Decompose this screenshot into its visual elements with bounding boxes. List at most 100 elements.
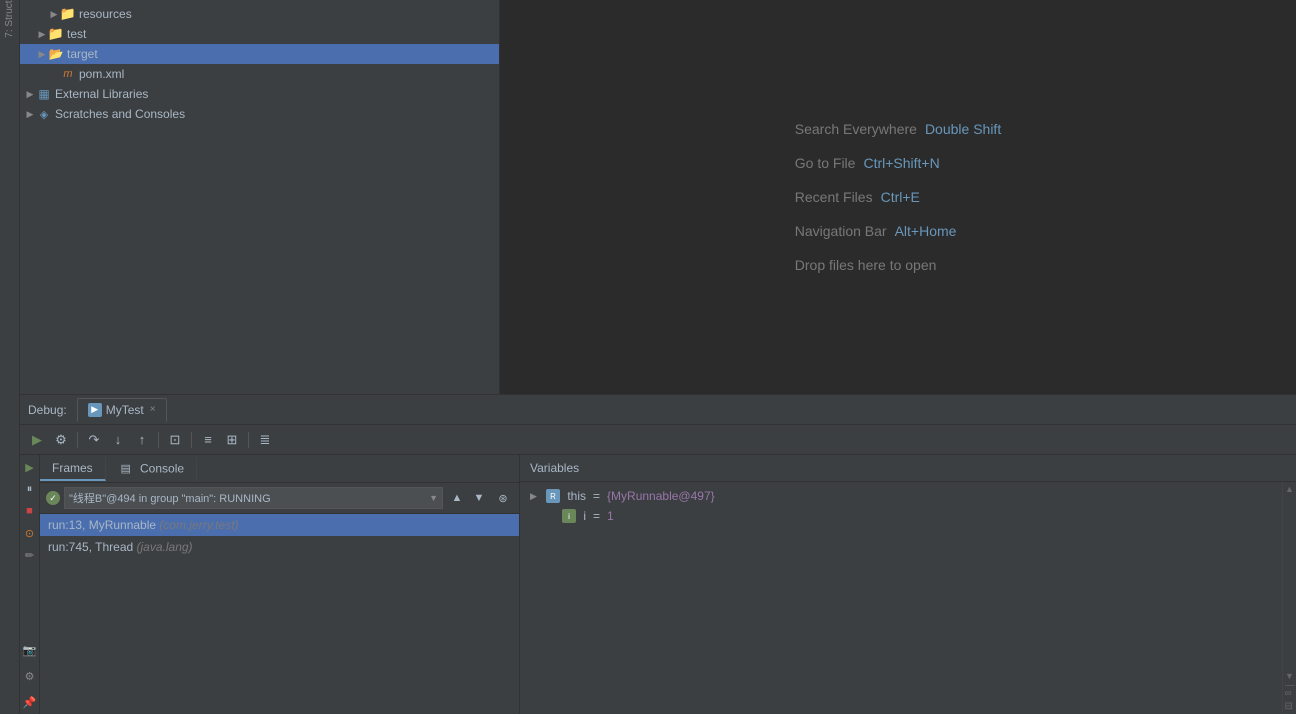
debug-sub-tabs: Frames ▤ Console <box>40 455 519 483</box>
frame-package-0: (com.jerry.test) <box>159 518 238 532</box>
tree-item-target[interactable]: ▶ 📂 target <box>20 44 499 64</box>
thread-up-btn[interactable]: ▲ <box>447 488 467 508</box>
scroll-bottom-controls: ∞ ⊟ <box>1285 685 1295 712</box>
debug-label: Debug: <box>28 403 67 417</box>
thread-running-badge: ✓ <box>46 491 60 505</box>
hint-label-search: Search Everywhere <box>795 121 917 137</box>
thread-name: "线程B"@494 in group "main": RUNNING <box>69 490 271 506</box>
folder-icon-test: 📁 <box>48 26 64 42</box>
frames-tab[interactable]: Frames <box>40 457 106 481</box>
scroll-up-btn[interactable]: ▲ <box>1285 484 1294 494</box>
frames-list: run:13, MyRunnable (com.jerry.test) run:… <box>40 514 519 714</box>
toolbar-sep-4 <box>248 432 249 448</box>
editor-area: Search Everywhere Double Shift Go to Fil… <box>500 0 1296 394</box>
expand-arrow-scratches: ▶ <box>24 109 36 120</box>
scroll-extra-btn[interactable]: ⊟ <box>1285 701 1295 712</box>
debug-tab-bar: Debug: ▶ MyTest × <box>20 395 1296 425</box>
thread-dropdown[interactable]: "线程B"@494 in group "main": RUNNING ▼ <box>64 487 443 509</box>
variables-scroll: ▲ ▼ ∞ ⊟ <box>1282 482 1296 714</box>
structure-tab[interactable]: 7: Structure <box>2 4 18 20</box>
variables-label: Variables <box>530 461 579 475</box>
tree-item-resources[interactable]: ▶ 📁 resources <box>20 4 499 24</box>
xml-icon-pom: m <box>60 66 76 82</box>
top-split: ▶ 📁 resources ▶ 📁 test ▶ 📂 target ▶ m po… <box>20 0 1296 394</box>
side-resume-btn[interactable]: ▶ <box>22 459 38 475</box>
hint-shortcut-nav: Alt+Home <box>895 223 957 239</box>
frame-package-1: (java.lang) <box>137 540 193 554</box>
debug-bottom-content: ▶ ⏸ ■ ⊙ ✏ 📷 ⚙ 📌 Frames ▤ <box>20 455 1296 714</box>
frame-item-0[interactable]: run:13, MyRunnable (com.jerry.test) <box>40 514 519 536</box>
var-type-icon-i: i <box>562 509 576 523</box>
variables-list: ▶ R this = {MyRunnable@497} ▶ i i = <box>520 482 1282 714</box>
var-equals-this: = <box>593 489 600 503</box>
expand-arrow-ext: ▶ <box>24 89 36 100</box>
debug-evaluate-btn[interactable]: ⊡ <box>164 429 186 451</box>
tree-item-test[interactable]: ▶ 📁 test <box>20 24 499 44</box>
debug-tab-mytest[interactable]: ▶ MyTest × <box>77 398 167 422</box>
tree-label-resources: resources <box>79 7 132 21</box>
side-stop-btn[interactable]: ■ <box>22 503 38 519</box>
toolbar-sep-3 <box>191 432 192 448</box>
scroll-down-btn[interactable]: ▼ <box>1285 671 1294 681</box>
frame-item-1[interactable]: run:745, Thread (java.lang) <box>40 536 519 558</box>
console-tab-label: Console <box>140 461 184 475</box>
frame-text-0: run:13, MyRunnable <box>48 518 159 532</box>
debug-threads-btn[interactable]: ≡ <box>197 429 219 451</box>
toolbar-sep-1 <box>77 432 78 448</box>
file-tree: ▶ 📁 resources ▶ 📁 test ▶ 📂 target ▶ m po… <box>20 0 500 394</box>
tree-item-pom[interactable]: ▶ m pom.xml <box>20 64 499 84</box>
tree-label-pom: pom.xml <box>79 67 124 81</box>
var-item-this[interactable]: ▶ R this = {MyRunnable@497} <box>524 486 1278 506</box>
side-coverage-btn[interactable]: ⊙ <box>22 525 38 541</box>
left-toolbar: 7: Structure <box>0 0 20 714</box>
side-camera-btn[interactable]: 📷 <box>22 642 38 658</box>
debug-tab-name: MyTest <box>106 403 144 417</box>
side-pin-btn[interactable]: 📌 <box>22 694 38 710</box>
scroll-lock-btn[interactable]: ∞ <box>1285 688 1295 699</box>
side-pause-btn[interactable]: ⏸ <box>22 481 38 497</box>
folder-icon-resources: 📁 <box>60 6 76 22</box>
debug-step-out-btn[interactable]: ↑ <box>131 429 153 451</box>
console-tab[interactable]: ▤ Console <box>106 457 197 481</box>
frames-tab-label: Frames <box>52 461 93 475</box>
var-type-icon-this: R <box>546 489 560 503</box>
toolbar-sep-2 <box>158 432 159 448</box>
thread-filter-btn[interactable]: ⊛ <box>493 488 513 508</box>
thread-down-btn[interactable]: ▼ <box>469 488 489 508</box>
side-settings-btn[interactable]: ✏ <box>22 547 38 563</box>
debug-tab-icon: ▶ <box>88 403 102 417</box>
var-name-this: this <box>564 489 586 503</box>
debug-left-panel: Frames ▤ Console ✓ "线程B"@494 in group "m… <box>40 455 520 714</box>
tree-label-scratches: Scratches and Consoles <box>55 107 185 121</box>
debug-right-panel: Variables ▶ R this = {MyRunnable@497} <box>520 455 1296 714</box>
side-gear-btn[interactable]: ⚙ <box>22 668 38 684</box>
expand-arrow-test: ▶ <box>36 29 48 40</box>
debug-memory-btn[interactable]: ⊞ <box>221 429 243 451</box>
var-value-i: 1 <box>607 509 614 523</box>
hint-recent-files: Recent Files Ctrl+E <box>795 189 1001 205</box>
folder-icon-target: 📂 <box>48 46 64 62</box>
editor-hints: Search Everywhere Double Shift Go to Fil… <box>755 81 1041 313</box>
bottom-panel: Debug: ▶ MyTest × ▶ ⚙ ↷ ↓ ↑ ⊡ ≡ ⊞ ≣ <box>20 394 1296 714</box>
debug-step-over-btn[interactable]: ↷ <box>83 429 105 451</box>
tree-label-target: target <box>67 47 98 61</box>
tree-item-scratches[interactable]: ▶ ◈ Scratches and Consoles <box>20 104 499 124</box>
variables-header: Variables <box>520 455 1296 482</box>
var-item-i[interactable]: ▶ i i = 1 <box>524 506 1278 526</box>
debug-toolbar: ▶ ⚙ ↷ ↓ ↑ ⊡ ≡ ⊞ ≣ <box>20 425 1296 455</box>
debug-resume-btn[interactable]: ▶ <box>26 429 48 451</box>
hint-label-nav: Navigation Bar <box>795 223 887 239</box>
tree-item-ext-libs[interactable]: ▶ ▦ External Libraries <box>20 84 499 104</box>
main-area: ▶ 📁 resources ▶ 📁 test ▶ 📂 target ▶ m po… <box>20 0 1296 714</box>
console-icon: ▤ <box>118 461 134 477</box>
debug-settings-btn[interactable]: ⚙ <box>50 429 72 451</box>
debug-step-into-btn[interactable]: ↓ <box>107 429 129 451</box>
tree-label-test: test <box>67 27 86 41</box>
hint-nav-bar: Navigation Bar Alt+Home <box>795 223 1001 239</box>
thread-nav-buttons: ▲ ▼ <box>447 488 489 508</box>
hint-shortcut-search: Double Shift <box>925 121 1001 137</box>
hint-label-recent: Recent Files <box>795 189 873 205</box>
debug-tab-close[interactable]: × <box>150 404 156 415</box>
debug-more-btn[interactable]: ≣ <box>254 429 276 451</box>
hint-shortcut-recent: Ctrl+E <box>881 189 920 205</box>
